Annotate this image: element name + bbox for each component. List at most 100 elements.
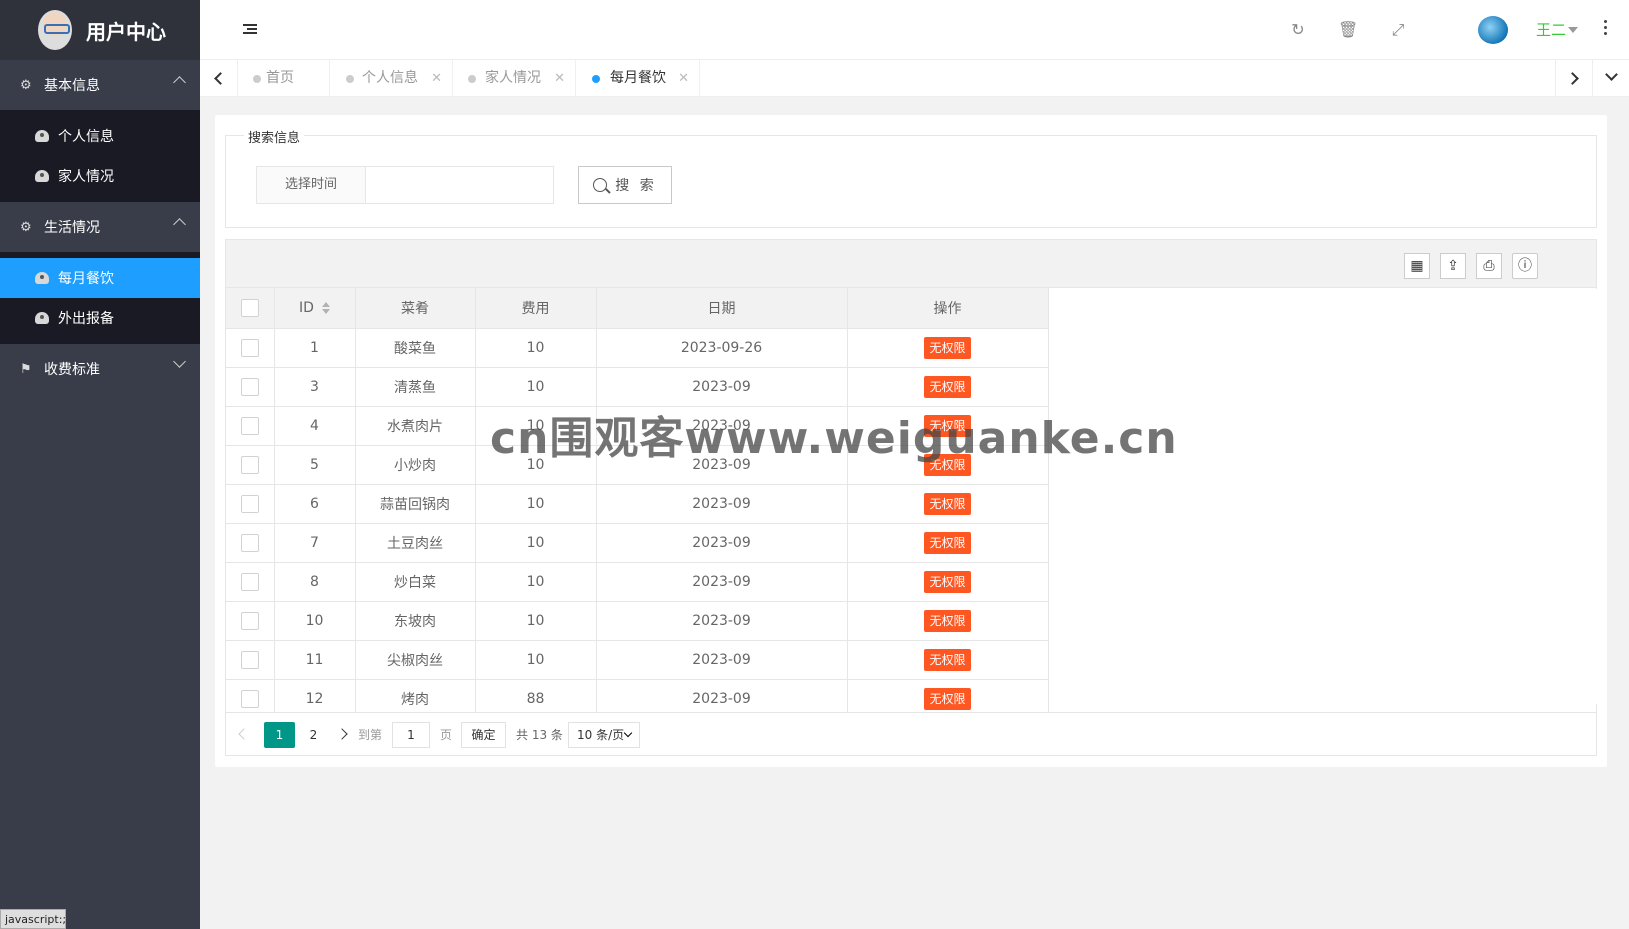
columns-icon[interactable]: ▦ (1404, 253, 1430, 279)
search-legend: 搜索信息 (244, 127, 305, 146)
sidebar-item-personal-info[interactable]: 个人信息 (0, 116, 200, 156)
no-permission-badge[interactable]: 无权限 (924, 648, 971, 671)
pager-confirm-button[interactable]: 确定 (461, 722, 506, 748)
column-header-id[interactable]: ID (274, 288, 356, 329)
tab-monthly-meals[interactable]: 每月餐饮 ✕ (576, 60, 700, 97)
no-permission-badge[interactable]: 无权限 (924, 570, 971, 593)
pager-page-1[interactable]: 1 (264, 722, 295, 748)
row-checkbox[interactable] (240, 494, 259, 513)
logo-avatar-icon (38, 10, 72, 50)
sidebar-item-family[interactable]: 家人情况 (0, 156, 200, 196)
row-select-cell (226, 523, 275, 563)
pager-goto-input[interactable]: 1 (392, 722, 430, 748)
row-checkbox[interactable] (240, 689, 259, 708)
tab-family[interactable]: 家人情况 ✕ (453, 60, 576, 97)
cell-cost: 10 (475, 523, 597, 563)
tab-personal-info[interactable]: 个人信息 ✕ (330, 60, 453, 97)
pager-next-icon[interactable] (332, 722, 356, 746)
row-checkbox[interactable] (240, 611, 259, 630)
column-header-cost: 费用 (475, 288, 597, 329)
row-checkbox[interactable] (240, 572, 259, 591)
menu-group-label: 收费标准 (44, 362, 100, 378)
dashboard-icon (35, 170, 49, 182)
table-row: 11 尖椒肉丝 10 2023-09 无权限 (226, 640, 1049, 680)
tab-dot (468, 75, 476, 83)
data-table: ▦ ⇪ ⎙ ⓘ ID 菜肴 费用 日期 操作 1 酸菜鱼 10 2023-09-26 无… (225, 239, 1597, 756)
close-icon[interactable]: ✕ (678, 60, 689, 97)
user-name[interactable]: 王二 (1536, 19, 1566, 40)
pager-size-select[interactable]: 10 条/页 (568, 722, 640, 748)
select-all-checkbox[interactable] (240, 298, 259, 317)
cell-action: 无权限 (847, 367, 1049, 407)
row-checkbox[interactable] (240, 416, 259, 435)
cell-dish: 小炒肉 (355, 445, 476, 485)
menu-group-living[interactable]: ⚙ 生活情况 (0, 202, 200, 252)
menu-group-fees[interactable]: ⚑ 收费标准 (0, 344, 200, 394)
cell-id: 5 (274, 445, 356, 485)
more-vertical-icon[interactable] (1604, 20, 1608, 38)
tab-label: 家人情况 (485, 70, 541, 86)
row-checkbox[interactable] (240, 455, 259, 474)
pager-prev-icon[interactable] (230, 722, 254, 746)
close-icon[interactable]: ✕ (431, 60, 442, 97)
no-permission-badge[interactable]: 无权限 (924, 609, 971, 632)
chevron-up-icon (173, 218, 186, 231)
cell-date: 2023-09 (596, 484, 848, 524)
chevron-down-icon (1605, 68, 1618, 81)
no-permission-badge[interactable]: 无权限 (924, 453, 971, 476)
dashboard-icon (35, 130, 49, 142)
search-button[interactable]: 搜 索 (578, 166, 672, 204)
close-icon[interactable]: ✕ (554, 60, 565, 97)
sidebar-item-monthly-meals[interactable]: 每月餐饮 (0, 258, 200, 298)
no-permission-badge[interactable]: 无权限 (924, 414, 971, 437)
menu-group-basic-info[interactable]: ⚙ 基本信息 (0, 60, 200, 110)
row-checkbox[interactable] (240, 377, 259, 396)
caret-down-icon[interactable] (1568, 27, 1578, 33)
cell-date: 2023-09-26 (596, 328, 848, 368)
row-checkbox[interactable] (240, 533, 259, 552)
tabs-scroll-right[interactable] (1555, 60, 1593, 97)
pager-total: 共 13 条 (516, 728, 563, 742)
no-permission-badge[interactable]: 无权限 (924, 336, 971, 359)
cell-action: 无权限 (847, 601, 1049, 641)
row-checkbox[interactable] (240, 338, 259, 357)
row-select-cell (226, 367, 275, 407)
pager-page-2[interactable]: 2 (298, 722, 329, 748)
no-permission-badge[interactable]: 无权限 (924, 375, 971, 398)
table-row: 4 水煮肉片 10 2023-09 无权限 (226, 406, 1049, 446)
date-input[interactable] (366, 166, 554, 204)
search-fieldset: 搜索信息 选择时间 搜 索 (225, 127, 1597, 228)
cell-id: 6 (274, 484, 356, 524)
menu-toggle-icon[interactable] (243, 24, 257, 35)
column-label: ID (299, 299, 314, 316)
sidebar-item-label: 个人信息 (58, 129, 114, 145)
cell-cost: 10 (475, 328, 597, 368)
logo[interactable]: 用户中心 (0, 0, 200, 60)
print-icon[interactable]: ⎙ (1476, 253, 1502, 279)
no-permission-badge[interactable]: 无权限 (924, 492, 971, 515)
no-permission-badge[interactable]: 无权限 (924, 531, 971, 554)
info-icon[interactable]: ⓘ (1512, 253, 1538, 279)
export-icon[interactable]: ⇪ (1440, 253, 1466, 279)
tabs-menu-dropdown[interactable] (1593, 60, 1629, 97)
cell-cost: 10 (475, 601, 597, 641)
refresh-icon[interactable]: ↻ (1288, 20, 1308, 40)
trash-icon[interactable]: 🗑 (1338, 20, 1358, 40)
date-field-label: 选择时间 (256, 166, 366, 204)
no-permission-badge[interactable]: 无权限 (924, 687, 971, 710)
row-checkbox[interactable] (240, 650, 259, 669)
cell-action: 无权限 (847, 406, 1049, 446)
search-icon (593, 178, 608, 192)
sort-icon[interactable] (321, 301, 330, 314)
sidebar-item-outing-report[interactable]: 外出报备 (0, 298, 200, 338)
chevron-down-icon (173, 355, 186, 368)
avatar[interactable] (1478, 16, 1508, 44)
tab-home[interactable]: 首页 (238, 60, 330, 97)
tabs-bar: 首页 个人信息 ✕ 家人情况 ✕ 每月餐饮 ✕ (200, 60, 1629, 97)
tabs-scroll-left[interactable] (200, 60, 238, 97)
fullscreen-icon[interactable]: ⤢ (1388, 20, 1408, 40)
search-button-label: 搜 索 (615, 178, 657, 194)
cell-dish: 酸菜鱼 (355, 328, 476, 368)
cell-dish: 尖椒肉丝 (355, 640, 476, 680)
cell-cost: 10 (475, 406, 597, 446)
